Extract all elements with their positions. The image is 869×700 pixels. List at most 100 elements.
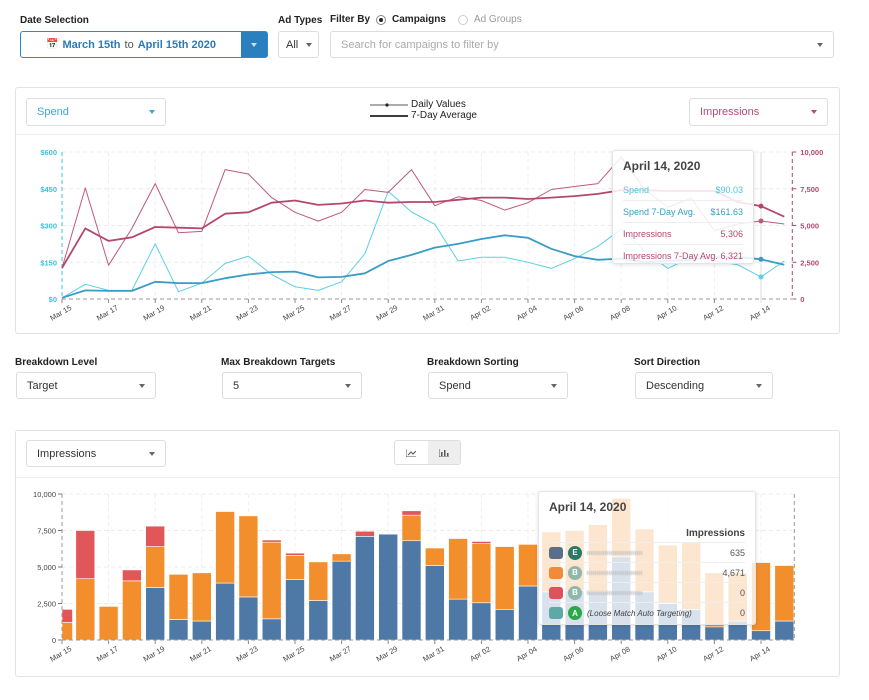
y-left-tick-label: $0	[49, 295, 57, 304]
x-tick-label: Apr 04	[515, 644, 539, 663]
y-tick-label: 5,000	[37, 563, 56, 572]
tooltip-row-label: Impressions	[623, 228, 672, 239]
y-tick-label: 0	[52, 636, 56, 645]
y-tick-label: 10,000	[33, 490, 56, 499]
series-color-swatch	[549, 607, 563, 619]
breakdown-sorting-value: Spend	[439, 379, 471, 392]
tooltip-row: Impressions 7-Day Avg. 6,321	[623, 245, 743, 267]
target-type-badge: B	[568, 565, 582, 580]
bar-segment-b-target-2	[61, 609, 73, 623]
bar-segment-b-target-2	[145, 525, 165, 547]
bar-tooltip-row-target: B	[549, 565, 642, 580]
bar-segment-b-target-1	[401, 514, 422, 542]
bar-segment-b-target-1	[261, 541, 282, 620]
bar-segment-b-target-1	[75, 578, 96, 641]
bar-segment-e-target	[704, 626, 725, 641]
bar-segment-e-target	[238, 596, 259, 641]
line-view-button[interactable]	[395, 441, 428, 464]
bar-tooltip-row: E 635	[549, 543, 745, 563]
bar-chart-tooltip: April 14, 2020 Impressions E 635 B 4,671 B 0 A…	[538, 491, 756, 625]
target-type-badge: A	[568, 606, 582, 620]
chart-type-toggle[interactable]	[394, 440, 461, 465]
bar-segment-b-target-2	[471, 541, 492, 544]
bar-segment-b-target-1	[308, 561, 329, 601]
date-range-picker[interactable]: 📅 March 15th to April 15th 2020	[20, 31, 268, 58]
tooltip-row-label: Spend 7-Day Avg.	[623, 206, 696, 217]
breakdown-level-label: Breakdown Level	[15, 357, 98, 368]
bar-tooltip-value: 0	[739, 587, 745, 598]
breakdown-level-value: Target	[27, 379, 58, 392]
sort-direction-select[interactable]: Descending	[635, 372, 773, 399]
bar-segment-b-target-1	[145, 546, 165, 588]
legend-average-icon	[370, 114, 408, 117]
tooltip-row: Spend $90.03	[623, 179, 743, 201]
x-tick-label: Mar 25	[281, 644, 306, 663]
bar-tooltip-row-target: A (Loose Match Auto Targeting)	[549, 606, 692, 620]
bar-segment-e-target	[168, 619, 189, 641]
campaign-search-select[interactable]: Search for campaigns to filter by	[330, 31, 834, 58]
series-color-swatch	[549, 546, 563, 559]
series-color-swatch	[549, 586, 563, 599]
bar-segment-b-target-1	[61, 622, 73, 641]
tooltip-row-value: $161.63	[710, 206, 743, 217]
sort-direction-label: Sort Direction	[634, 357, 701, 368]
chevron-down-icon	[139, 383, 145, 388]
campaigns-radio-label[interactable]: Campaigns	[392, 14, 446, 25]
x-tick-label: Apr 06	[562, 644, 586, 663]
hover-point	[758, 203, 764, 209]
breakdown-sorting-select[interactable]: Spend	[428, 372, 568, 399]
chevron-down-icon	[817, 42, 823, 47]
x-tick-label: Apr 10	[655, 644, 679, 663]
bar-chart-icon	[438, 448, 449, 457]
bar-segment-b-target-1	[285, 555, 305, 580]
bar-segment-e-target	[331, 560, 352, 641]
ad-groups-radio[interactable]	[457, 14, 468, 25]
line-chart-icon	[406, 448, 417, 457]
bar-segment-b-target-2	[285, 552, 305, 556]
y-right-tick-label: 0	[800, 295, 804, 304]
x-tick-label: Mar 17	[95, 303, 120, 322]
x-tick-label: Mar 29	[375, 303, 400, 322]
bar-segment-e-target	[401, 540, 422, 641]
ad-types-select[interactable]: All	[278, 31, 319, 58]
x-tick-label: Mar 15	[48, 303, 73, 322]
series-color-swatch	[549, 566, 563, 579]
bar-segment-e-target	[424, 565, 445, 641]
breakdown-level-select[interactable]: Target	[16, 372, 156, 399]
x-tick-label: Mar 19	[142, 303, 167, 322]
y-left-tick-label: $600	[40, 148, 57, 157]
x-tick-label: Mar 23	[235, 303, 260, 322]
bar-segment-e-target	[261, 618, 282, 641]
bar-segment-b-target-2	[261, 539, 282, 543]
bar-segment-e-target	[494, 609, 515, 641]
bar-view-button[interactable]	[427, 441, 460, 464]
legend-daily-label: Daily Values	[411, 99, 466, 110]
chevron-down-icon	[149, 110, 155, 114]
bar-segment-e-target	[774, 620, 795, 641]
bar-segment-e-target	[145, 587, 165, 641]
x-tick-label: Mar 29	[375, 644, 400, 663]
date-selection-label: Date Selection	[20, 15, 89, 26]
x-tick-label: Apr 10	[655, 303, 679, 322]
campaigns-radio[interactable]	[376, 14, 387, 25]
breakdown-metric-select[interactable]: Impressions	[26, 440, 166, 467]
date-to-word: to	[124, 38, 134, 51]
left-metric-select[interactable]: Spend	[26, 98, 166, 126]
x-tick-label: Mar 19	[142, 644, 167, 663]
target-type-badge: B	[568, 585, 582, 600]
bar-segment-b-target-1	[471, 543, 492, 604]
bar-segment-b-target-2	[401, 510, 422, 516]
max-breakdown-select[interactable]: 5	[222, 372, 362, 399]
ad-groups-radio-label[interactable]: Ad Groups	[474, 14, 522, 25]
bar-segment-b-target-1	[331, 553, 352, 562]
calendar-icon: 📅	[46, 39, 59, 50]
x-tick-label: Mar 21	[188, 303, 213, 322]
legend-average-label: 7-Day Average	[411, 110, 477, 121]
right-metric-select[interactable]: Impressions	[689, 98, 828, 126]
chevron-down-icon	[251, 42, 257, 47]
date-range-display[interactable]: 📅 March 15th to April 15th 2020	[21, 32, 241, 57]
bar-segment-b-target-1	[192, 572, 212, 622]
x-tick-label: Apr 14	[748, 303, 772, 322]
date-dropdown-button[interactable]	[241, 32, 267, 57]
bar-tooltip-row: B0	[549, 583, 745, 603]
